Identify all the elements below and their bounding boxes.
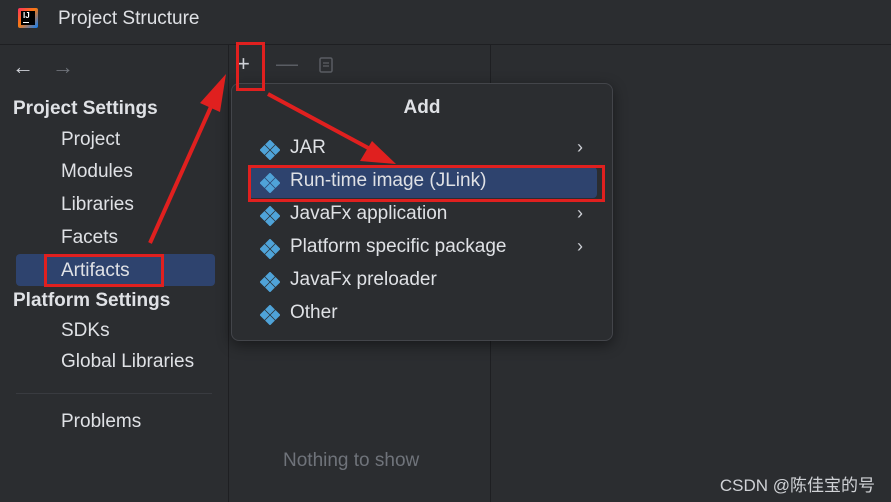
sidebar-item-facets[interactable]: Facets xyxy=(61,227,118,249)
annotation-box-plus xyxy=(236,42,265,91)
menu-item-label: JAR xyxy=(290,137,326,158)
artifact-icon xyxy=(260,305,280,325)
intellij-logo-icon: IJ xyxy=(18,8,38,28)
menu-item-jar[interactable]: JAR › xyxy=(248,134,597,165)
forward-arrow-icon[interactable]: → xyxy=(52,55,74,79)
popup-title: Add xyxy=(403,97,441,118)
title-bar: IJ Project Structure xyxy=(0,0,891,45)
copy-icon[interactable] xyxy=(317,56,335,74)
menu-item-label: JavaFx preloader xyxy=(290,269,437,290)
menu-item-label: Other xyxy=(290,302,338,323)
watermark: CSDN @陈佳宝的号 xyxy=(719,476,875,495)
sidebar-item-sdks[interactable]: SDKs xyxy=(61,320,110,342)
sidebar-item-libraries[interactable]: Libraries xyxy=(61,194,134,216)
sidebar-item-modules[interactable]: Modules xyxy=(61,161,133,183)
sidebar-item-problems[interactable]: Problems xyxy=(61,411,141,433)
menu-item-label: JavaFx application xyxy=(290,203,448,224)
annotation-box-artifacts xyxy=(44,254,164,287)
artifact-icon xyxy=(260,272,280,292)
artifact-icon xyxy=(260,140,280,160)
add-popup-menu: Add JAR › Run-time image (JLink) JavaFx … xyxy=(231,83,613,341)
chevron-right-icon: › xyxy=(577,236,583,256)
artifact-icon xyxy=(260,239,280,259)
menu-item-platform-specific-package[interactable]: Platform specific package › xyxy=(248,233,597,264)
project-settings-header: Project Settings xyxy=(13,98,158,119)
back-arrow-icon[interactable]: ← xyxy=(12,55,34,79)
menu-item-label: Platform specific package xyxy=(290,236,507,257)
sidebar-item-project[interactable]: Project xyxy=(61,129,120,151)
empty-state-text: Nothing to show xyxy=(283,450,420,471)
chevron-right-icon: › xyxy=(577,137,583,157)
chevron-right-icon: › xyxy=(577,203,583,223)
menu-item-other[interactable]: Other xyxy=(248,299,597,330)
window-title: Project Structure xyxy=(58,8,200,29)
platform-settings-header: Platform Settings xyxy=(13,290,171,311)
artifact-icon xyxy=(260,206,280,226)
menu-item-javafx-application[interactable]: JavaFx application › xyxy=(248,200,597,231)
annotation-box-runtime-image xyxy=(248,165,605,202)
minus-icon[interactable]: — xyxy=(276,52,298,76)
sidebar-item-global-libraries[interactable]: Global Libraries xyxy=(61,351,194,373)
sidebar-divider xyxy=(16,393,212,394)
menu-item-javafx-preloader[interactable]: JavaFx preloader xyxy=(248,266,597,297)
